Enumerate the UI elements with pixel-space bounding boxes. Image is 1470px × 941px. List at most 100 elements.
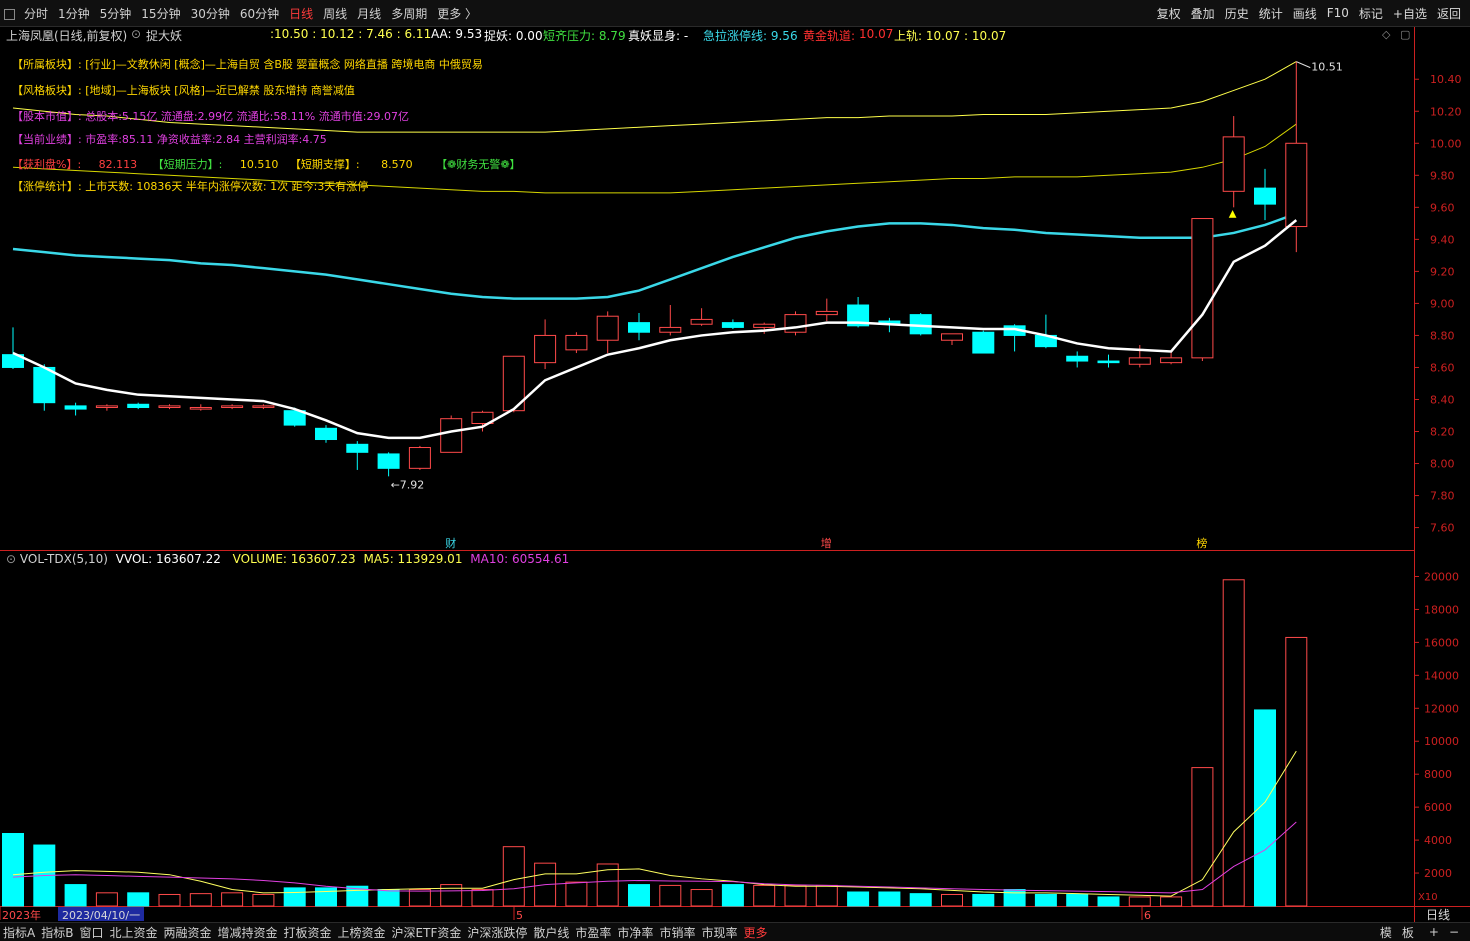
volume-bar [972, 893, 995, 907]
tab-pb[interactable]: 市净率 [614, 924, 656, 941]
template-label-2: 板 [1401, 925, 1414, 940]
candle-body [346, 443, 369, 453]
tab-margin[interactable]: 两融资金 [160, 924, 214, 941]
tab-more[interactable]: 更多 〉 [432, 5, 482, 22]
volume-bar [221, 892, 244, 907]
tab-indicator-b[interactable]: 指标B [38, 924, 76, 941]
tab-15min[interactable]: 15分钟 [136, 5, 185, 22]
tab-1min[interactable]: 1分钟 [53, 5, 95, 22]
draw-line-button[interactable]: 画线 [1288, 5, 1322, 22]
mark-button[interactable]: 标记 [1354, 5, 1388, 22]
volume-bar [941, 893, 963, 907]
right-tools: 复权 叠加 历史 统计 画线 F10 标记 +自选 返回 [1152, 0, 1466, 26]
tab-pcf[interactable]: 市现率 [698, 924, 740, 941]
volume-bar [1191, 767, 1214, 907]
square-icon[interactable]: ▢ [1400, 28, 1410, 41]
candle-body [1285, 142, 1308, 228]
volume-bar [628, 884, 650, 907]
tab-more-indicators[interactable]: 更多 [740, 924, 770, 941]
restore-rights-button[interactable]: 复权 [1152, 5, 1186, 22]
tab-retail-line[interactable]: 散户线 [530, 924, 572, 941]
volume-tick-label: 18000 [1424, 603, 1459, 616]
tab-indicator-a[interactable]: 指标A [0, 924, 38, 941]
volume-bar [1097, 896, 1120, 907]
volume-tick-label: 10000 [1424, 735, 1459, 748]
history-button[interactable]: 历史 [1220, 5, 1254, 22]
tab-5min[interactable]: 5分钟 [95, 5, 137, 22]
tab-fenshi[interactable]: 分时 [19, 5, 53, 22]
tab-daily[interactable]: 日线 [284, 5, 318, 22]
fund-row-1: 【所属板块】: [行业]—文教休闲 [概念]—上海自贸 含B股 婴童概念 网络直… [12, 56, 483, 72]
f10-button[interactable]: F10 [1322, 6, 1354, 20]
volume-tick-label: 12000 [1424, 702, 1459, 715]
volume-bar [377, 889, 400, 907]
tab-list-funds[interactable]: 上榜资金 [335, 924, 389, 941]
back-button[interactable]: 返回 [1432, 5, 1466, 22]
period-tabs: 分时 1分钟 5分钟 15分钟 30分钟 60分钟 日线 周线 月线 多周期 更… [4, 0, 482, 26]
candle-body [408, 447, 431, 469]
volume-bar [1160, 896, 1183, 907]
volume-bar [1285, 636, 1308, 907]
add-watchlist-button[interactable]: +自选 [1388, 5, 1432, 22]
x-axis-label: 6 [1144, 909, 1151, 922]
fund-row-5: 【获利盘%】: 82.113 【短期压力】: 10.510 【短期支撑】: 8.… [12, 156, 521, 172]
candle-body [1066, 355, 1089, 362]
volume-bar [659, 884, 682, 907]
zoom-in-button[interactable]: + [1424, 925, 1444, 939]
tab-window[interactable]: 窗口 [76, 924, 106, 941]
tab-etf-funds[interactable]: 沪深ETF资金 [389, 924, 465, 941]
tab-multi-period[interactable]: 多周期 [386, 5, 432, 22]
vol-indicator-name[interactable]: VOL-TDX(5,10) [20, 552, 108, 566]
settings-circle-icon[interactable]: ⊙ [6, 552, 16, 566]
candle-body [753, 323, 776, 328]
volume-bar [721, 884, 744, 907]
candle-body [941, 333, 963, 341]
overlay-button[interactable]: 叠加 [1186, 5, 1220, 22]
boll-mid-line [12, 212, 1297, 300]
statistics-button[interactable]: 统计 [1254, 5, 1288, 22]
volume-bar [753, 884, 776, 907]
fund-label-limitup: 【涨停统计】: [12, 180, 82, 193]
tab-monthly[interactable]: 月线 [352, 5, 386, 22]
price-tick-label: 8.80 [1430, 329, 1455, 342]
candle-body [221, 405, 244, 408]
tab-limit-funds[interactable]: 打板资金 [281, 924, 335, 941]
zoom-out-button[interactable]: − [1444, 925, 1464, 939]
candle-body [972, 331, 995, 354]
tab-60min[interactable]: 60分钟 [235, 5, 284, 22]
tab-holdings-change[interactable]: 增减持资金 [215, 924, 281, 941]
fund-row-3: 【股本市值】: 总股本:5.15亿 流通盘:2.99亿 流通比:58.11% 流… [12, 108, 409, 124]
checkbox-square-icon[interactable] [4, 8, 15, 20]
volume-bar [1003, 889, 1026, 907]
tab-weekly[interactable]: 周线 [318, 5, 352, 22]
bottom-right-controls: 模板 + − [1370, 923, 1464, 941]
candle-body [628, 322, 650, 333]
candle-body [596, 315, 619, 341]
x-axis-label: 5 [516, 909, 523, 922]
price-tick-label: 8.60 [1430, 361, 1455, 374]
tab-pe[interactable]: 市盈率 [572, 924, 614, 941]
x-axis-label: 2023/04/10/一 [62, 909, 140, 922]
fund-label-performance: 【当前业绩】: [12, 133, 82, 146]
volume-bar [189, 893, 212, 907]
volume-bar [878, 891, 901, 907]
price-axis-border [1414, 26, 1415, 922]
volume-bar [909, 893, 932, 907]
price-tick-label: 8.00 [1430, 458, 1455, 471]
volume-bar [315, 887, 337, 907]
tab-northbound[interactable]: 北上资金 [106, 924, 160, 941]
volume-bar [1254, 709, 1276, 907]
tab-ps[interactable]: 市销率 [656, 924, 698, 941]
tab-30min[interactable]: 30分钟 [186, 5, 235, 22]
fund-text-sector: [行业]—文教休闲 [概念]—上海自贸 含B股 婴童概念 网络直播 跨境电商 中… [85, 58, 483, 71]
volume-bar [127, 892, 150, 907]
volume-bar [95, 892, 118, 907]
diamond-icon[interactable]: ◇ [1382, 28, 1391, 41]
template-button[interactable]: 模板 [1370, 924, 1424, 941]
tab-limit-updown[interactable]: 沪深涨跌停 [464, 924, 530, 941]
candle-body [1254, 187, 1276, 205]
candle-body [721, 322, 744, 328]
price-tick-label: 9.00 [1430, 297, 1455, 310]
panel-divider [0, 550, 1414, 551]
volume-tick-label: 16000 [1424, 636, 1459, 649]
